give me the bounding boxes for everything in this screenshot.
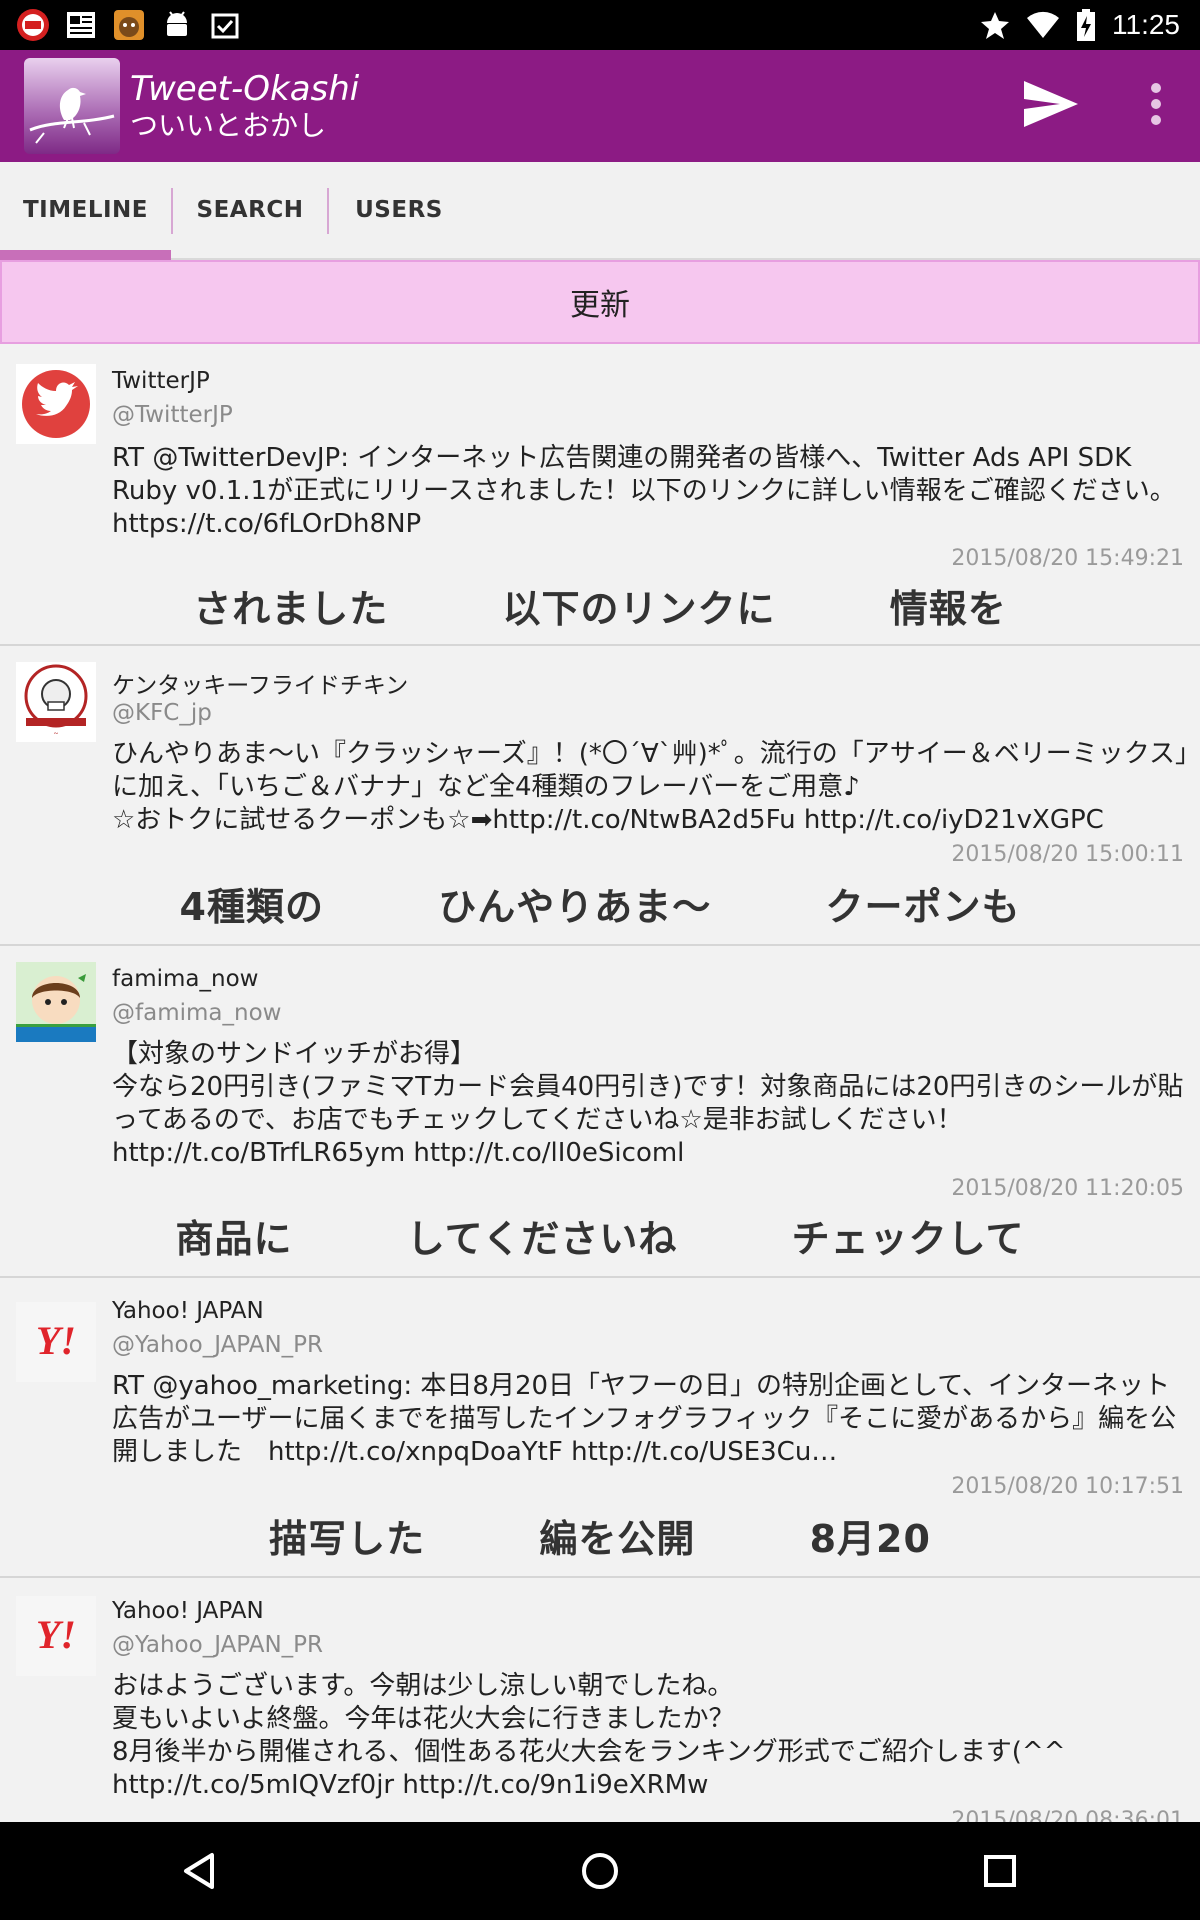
timeline-list[interactable]: TwitterJP @TwitterJP RT @TwitterDevJP: イ… bbox=[0, 346, 1200, 1822]
tweet-item[interactable]: Y! Yahoo! JAPAN @Yahoo_JAPAN_PR おはようございま… bbox=[0, 1578, 1200, 1822]
tweet-user-handle[interactable]: @Yahoo_JAPAN_PR bbox=[112, 1632, 323, 1658]
tweet-keywords: されました 以下のリンクに 情報を bbox=[0, 578, 1200, 633]
overflow-menu-icon bbox=[1151, 83, 1161, 125]
system-nav-bar bbox=[0, 1822, 1200, 1920]
tweet-text: ひんやりあま〜い『クラッシャーズ』！(*〇´∀`艸)*ﾟ。流行の「アサイー＆ベリ… bbox=[112, 739, 1188, 835]
tweet-text: RT @yahoo_marketing: 本日8月20日「ヤフーの日」の特別企画… bbox=[112, 1371, 1177, 1467]
tweet-user-name[interactable]: Yahoo! JAPAN bbox=[112, 1598, 264, 1624]
keyword: 描写した bbox=[269, 1517, 426, 1561]
keyword: 8月20 bbox=[809, 1517, 931, 1561]
tweet-text: RT @TwitterDevJP: インターネット広告関連の開発者の皆様へ、Tw… bbox=[112, 443, 1176, 539]
tweet-timestamp: 2015/08/20 15:49:21 bbox=[951, 546, 1184, 571]
tweet-keywords: 4種類の ひんやりあま〜 クーポンも bbox=[0, 876, 1200, 931]
tweet-user-name[interactable]: TwitterJP bbox=[112, 368, 210, 394]
star-icon bbox=[981, 12, 1009, 39]
keyword: 以下のリンクに bbox=[502, 587, 776, 631]
tweet-timestamp: 2015/08/20 08:36:01 bbox=[951, 1808, 1184, 1822]
tab-timeline[interactable]: TIMELINE bbox=[0, 162, 171, 258]
avatar[interactable] bbox=[16, 364, 96, 444]
keyword: クーポンも bbox=[825, 885, 1021, 929]
send-button[interactable] bbox=[1022, 79, 1080, 133]
tweet-keywords: 商品に してくださいね チェックして bbox=[0, 1208, 1200, 1263]
keyword: 情報を bbox=[889, 587, 1007, 631]
app-titles: Tweet-Okashi ついいとおかし bbox=[130, 69, 359, 143]
back-triangle-icon bbox=[184, 1853, 214, 1889]
svg-text:Y!: Y! bbox=[36, 1318, 76, 1363]
tweet-user-name[interactable]: ケンタッキーフライドチキン bbox=[112, 666, 408, 700]
kfc-logo-icon: ~ bbox=[16, 662, 96, 742]
app-bar-actions bbox=[1022, 79, 1200, 133]
yahoo-logo-icon: Y! bbox=[36, 1318, 76, 1363]
keyword: してくださいね bbox=[406, 1217, 678, 1261]
home-button[interactable] bbox=[555, 1826, 645, 1916]
app-logo bbox=[24, 58, 120, 154]
yahoo-logo-icon: Y! bbox=[36, 1612, 76, 1657]
task-check-icon bbox=[208, 8, 242, 42]
recents-square-icon bbox=[984, 1855, 1016, 1887]
keyword: 編を公開 bbox=[539, 1517, 696, 1561]
tab-bar: TIMELINE SEARCH USERS bbox=[0, 162, 1200, 260]
news-icon bbox=[64, 8, 98, 42]
home-circle-icon bbox=[582, 1853, 618, 1889]
bird-on-branch-icon bbox=[29, 87, 115, 144]
tweet-text: 【対象のサンドイッチがお得】 今なら20円引き(ファミマTカード会員40円引き)… bbox=[112, 1039, 1184, 1168]
android-icon bbox=[160, 8, 194, 42]
app-subtitle: ついいとおかし bbox=[130, 109, 327, 142]
tweet-timestamp: 2015/08/20 10:17:51 bbox=[951, 1474, 1184, 1499]
wifi-icon bbox=[1027, 11, 1059, 39]
tweet-user-handle[interactable]: @Yahoo_JAPAN_PR bbox=[112, 1332, 323, 1358]
tab-search[interactable]: SEARCH bbox=[173, 162, 327, 258]
svg-text:Y!: Y! bbox=[36, 1612, 76, 1657]
tweet-item[interactable]: famima_now @famima_now 【対象のサンドイッチがお得】 今な… bbox=[0, 946, 1200, 1278]
tweet-item[interactable]: ~ ケンタッキーフライドチキン @KFC_jp ひんやりあま〜い『クラッシャーズ… bbox=[0, 646, 1200, 946]
bear-app-icon bbox=[112, 8, 146, 42]
avatar[interactable] bbox=[16, 962, 96, 1042]
keyword: されました bbox=[193, 587, 389, 631]
system-status: 11:25 bbox=[980, 9, 1200, 41]
keyword: 4種類の bbox=[179, 885, 324, 929]
avatar[interactable]: Y! bbox=[16, 1302, 96, 1382]
keyword: 商品に bbox=[175, 1217, 293, 1261]
tweet-user-handle[interactable]: @TwitterJP bbox=[112, 402, 233, 428]
avatar[interactable]: Y! bbox=[16, 1596, 96, 1676]
tweet-timestamp: 2015/08/20 11:20:05 bbox=[951, 1176, 1184, 1201]
tweet-user-name[interactable]: famima_now bbox=[112, 966, 258, 992]
tweet-keywords: 描写した 編を公開 8月20 bbox=[0, 1508, 1200, 1563]
app-title: Tweet-Okashi bbox=[130, 69, 360, 109]
keyword: ひんやりあま〜 bbox=[438, 885, 712, 929]
battery-charging-icon bbox=[1077, 9, 1095, 41]
tweet-user-name[interactable]: Yahoo! JAPAN bbox=[112, 1298, 264, 1324]
tweet-item[interactable]: TwitterJP @TwitterJP RT @TwitterDevJP: イ… bbox=[0, 346, 1200, 646]
tweet-user-handle[interactable]: @famima_now bbox=[112, 1000, 281, 1026]
send-icon bbox=[1024, 81, 1078, 127]
familymart-mascot-icon bbox=[16, 962, 96, 1042]
tab-selected-indicator bbox=[0, 250, 171, 260]
refresh-button[interactable]: 更新 bbox=[0, 260, 1200, 344]
status-bar: 11:25 bbox=[0, 0, 1200, 50]
back-button[interactable] bbox=[155, 1826, 245, 1916]
tweet-timestamp: 2015/08/20 15:00:11 bbox=[951, 842, 1184, 867]
keyword: チェックして bbox=[791, 1217, 1025, 1261]
tweet-item[interactable]: Y! Yahoo! JAPAN @Yahoo_JAPAN_PR RT @yaho… bbox=[0, 1278, 1200, 1578]
twitter-bird-icon bbox=[22, 370, 90, 438]
app-bar: Tweet-Okashi ついいとおかし bbox=[0, 50, 1200, 162]
recents-button[interactable] bbox=[955, 1826, 1045, 1916]
tweet-text: おはようございます。今朝は少し涼しい朝でしたね。 夏もいよいよ終盤。今年は花火大… bbox=[112, 1671, 1066, 1800]
tweet-user-handle[interactable]: @KFC_jp bbox=[112, 700, 212, 726]
jump-app-icon bbox=[16, 8, 50, 42]
overflow-menu-button[interactable] bbox=[1150, 82, 1162, 130]
tab-users[interactable]: USERS bbox=[329, 162, 469, 258]
notification-icons bbox=[0, 8, 242, 42]
avatar[interactable]: ~ bbox=[16, 662, 96, 742]
svg-text:~: ~ bbox=[54, 729, 59, 738]
status-time: 11:25 bbox=[1112, 9, 1180, 40]
